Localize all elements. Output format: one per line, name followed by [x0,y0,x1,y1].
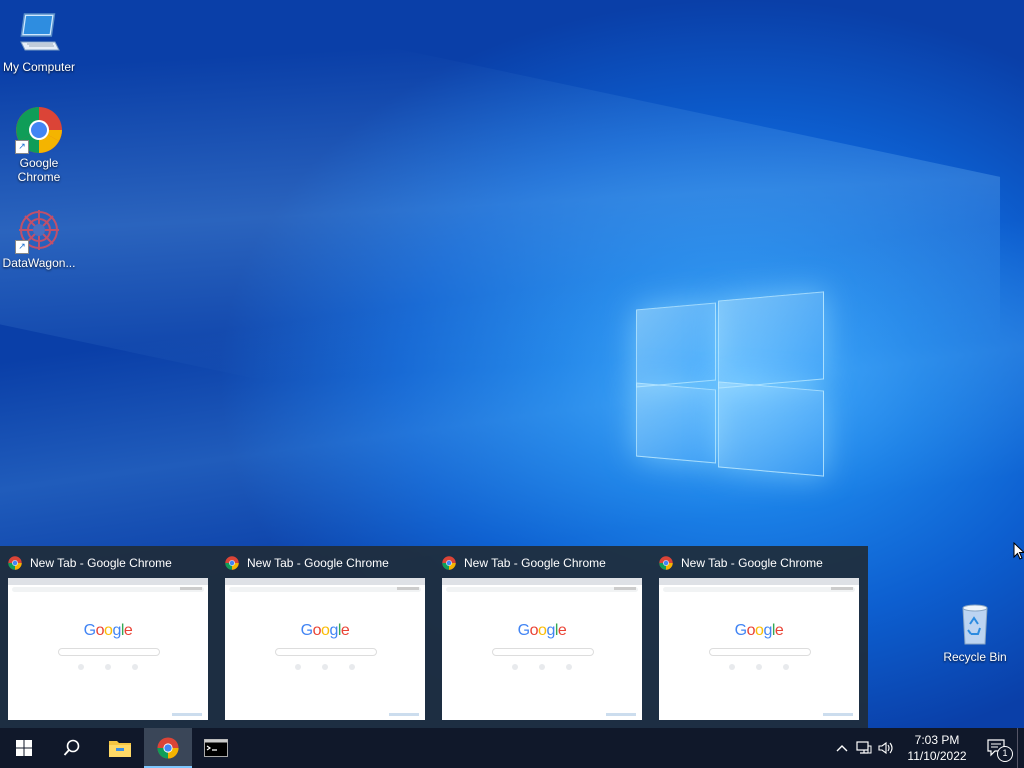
thumbnail-title: New Tab - Google Chrome [30,556,172,570]
chrome-icon [8,556,22,570]
window-preview[interactable]: Google [8,578,208,720]
chrome-icon [659,556,673,570]
desktop-icon-label: Recycle Bin [943,650,1007,664]
action-center-button[interactable]: 1 [977,728,1017,768]
desktop-icon-recycle-bin[interactable]: Recycle Bin [936,600,1014,664]
shortcut-arrow-icon: ↗ [15,240,29,254]
show-hidden-icons-button[interactable] [831,728,853,768]
system-tray: 7:03 PM 11/10/2022 1 [831,728,1024,768]
volume-button[interactable] [875,728,897,768]
wallpaper-light-beam [0,0,1000,537]
chrome-taskbar-button[interactable] [144,728,192,768]
clock-date: 11/10/2022 [907,749,967,763]
search-button[interactable] [48,728,96,768]
chrome-icon [225,556,239,570]
show-desktop-button[interactable] [1017,728,1024,768]
desktop-icon-label: My Computer [2,60,76,74]
notification-count-badge: 1 [997,746,1013,762]
terminal-icon [204,739,228,757]
clock-time: 7:03 PM [914,733,960,747]
desktop-icon-label: Google Chrome [17,156,61,184]
taskbar-thumbnail-panel: New Tab - Google Chrome Google New Tab -… [0,546,868,728]
chrome-icon [442,556,456,570]
recycle-bin-icon [951,600,999,648]
network-icon [856,741,872,754]
window-thumbnail[interactable]: New Tab - Google Chrome Google [0,546,217,728]
windows-logo-wallpaper [636,290,826,480]
google-logo: Google [300,622,350,639]
chevron-up-icon [836,745,848,752]
chrome-icon: ↗ [15,106,63,154]
network-button[interactable] [853,728,875,768]
window-thumbnail[interactable]: New Tab - Google Chrome Google [217,546,434,728]
thumbnail-title: New Tab - Google Chrome [681,556,823,570]
terminal-taskbar-button[interactable] [192,728,240,768]
taskbar: 7:03 PM 11/10/2022 1 [0,728,1024,768]
speaker-icon [878,741,893,755]
start-button[interactable] [0,728,48,768]
window-preview[interactable]: Google [659,578,859,720]
file-explorer-icon [109,741,131,757]
shortcut-arrow-icon: ↗ [15,140,29,154]
clock[interactable]: 7:03 PM 11/10/2022 [897,732,977,764]
desktop-icon-datawagon[interactable]: ↗ DataWagon... [0,206,78,270]
file-explorer-button[interactable] [96,728,144,768]
computer-icon [15,10,63,58]
google-logo: Google [517,622,567,639]
google-logo: Google [83,622,133,639]
window-preview[interactable]: Google [225,578,425,720]
desktop-icon-google-chrome[interactable]: ↗ Google Chrome [0,106,78,184]
desktop-icon-label: DataWagon... [2,256,76,270]
google-logo: Google [734,622,784,639]
mouse-cursor-icon [1013,542,1024,560]
desktop-icon-my-computer[interactable]: My Computer [0,10,78,74]
search-icon [63,739,80,756]
window-thumbnail[interactable]: New Tab - Google Chrome Google [434,546,651,728]
thumbnail-title: New Tab - Google Chrome [464,556,606,570]
chrome-icon [157,737,179,759]
window-preview[interactable]: Google [442,578,642,720]
start-icon [16,740,32,756]
thumbnail-title: New Tab - Google Chrome [247,556,389,570]
window-thumbnail[interactable]: New Tab - Google Chrome Google [651,546,868,728]
datawagon-icon: ↗ [15,206,63,254]
